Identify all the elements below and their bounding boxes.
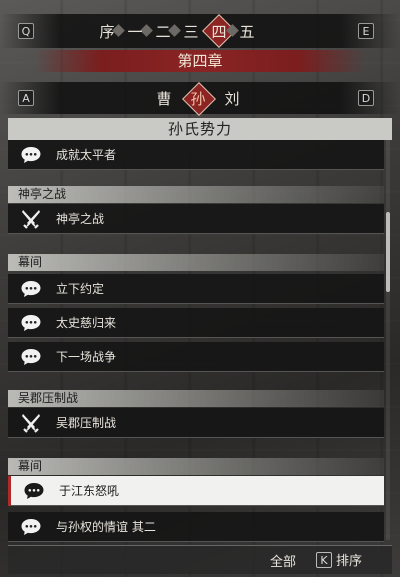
section-header: 幕间: [8, 254, 384, 271]
list-scrollbar[interactable]: [386, 140, 390, 540]
section-header: 神亭之战: [8, 186, 384, 203]
prev-faction-key[interactable]: A: [18, 90, 34, 106]
faction-tabs: 曹 孙 刘: [150, 82, 246, 116]
tab-chapter-3[interactable]: 三: [168, 14, 204, 48]
tab-chapter-5[interactable]: 五: [226, 14, 260, 48]
sort-button[interactable]: K 排序: [316, 550, 362, 569]
chapter-title: 第四章: [34, 50, 366, 72]
sort-key-icon: K: [316, 551, 332, 568]
speech-bubble-icon: [20, 346, 42, 368]
list-item-label: 吴郡压制战: [56, 416, 117, 430]
speech-bubble-icon: [23, 480, 45, 502]
tab-faction-cao[interactable]: 曹: [150, 82, 178, 114]
tab-label: 五: [239, 22, 255, 41]
list-item-selected[interactable]: 于江东怒吼: [8, 476, 384, 506]
list-item[interactable]: 立下约定: [8, 274, 384, 304]
panel-title: 孙氏势力: [8, 118, 392, 140]
next-faction-key[interactable]: D: [358, 90, 374, 106]
faction-tab-bar: A 曹 孙 刘 D: [0, 82, 400, 116]
list-item-label: 与孙权的情谊 其二: [56, 520, 156, 534]
list-item[interactable]: 成就太平者: [8, 140, 384, 170]
prev-chapter-key[interactable]: Q: [18, 23, 34, 39]
speech-bubble-icon: [20, 516, 42, 538]
list-item-label: 成就太平者: [56, 148, 117, 162]
list-item-label: 下一场战争: [56, 350, 117, 364]
event-list[interactable]: 成就太平者 神亭之战 神亭之战 幕间 立下约定 太史慈归来 下一场战争 吴郡压制…: [8, 140, 384, 542]
tab-label: 一: [127, 22, 143, 41]
section-header: 吴郡压制战: [8, 390, 384, 407]
scrollbar-thumb[interactable]: [386, 212, 390, 292]
tab-label: 二: [155, 22, 171, 41]
list-item[interactable]: 下一场战争: [8, 342, 384, 372]
next-chapter-key[interactable]: E: [358, 23, 374, 39]
list-item-label: 太史慈归来: [56, 316, 117, 330]
tab-label: 曹: [156, 89, 172, 108]
tab-label: 序: [99, 22, 115, 41]
chapter-tabs: 序 一 二 三 四 五: [94, 14, 260, 48]
show-all-button[interactable]: 全部: [270, 551, 296, 570]
list-item[interactable]: 吴郡压制战: [8, 408, 384, 438]
tab-label: 刘: [224, 89, 240, 108]
list-item[interactable]: 太史慈归来: [8, 308, 384, 338]
tab-faction-sun[interactable]: 孙: [182, 82, 216, 116]
speech-bubble-icon: [20, 278, 42, 300]
speech-bubble-icon: [20, 144, 42, 166]
list-item-label: 于江东怒吼: [59, 484, 120, 498]
list-item[interactable]: 与孙权的情谊 其二: [8, 512, 384, 542]
list-item[interactable]: 神亭之战: [8, 204, 384, 234]
tab-label: 四: [211, 22, 227, 41]
tab-label: 三: [183, 22, 199, 41]
crossed-swords-icon: [20, 208, 42, 230]
sort-label: 排序: [336, 554, 363, 569]
crossed-swords-icon: [20, 412, 42, 434]
list-item-label: 神亭之战: [56, 212, 105, 226]
speech-bubble-icon: [20, 312, 42, 334]
section-header: 幕间: [8, 458, 384, 475]
list-item-label: 立下约定: [56, 282, 105, 296]
bottom-action-bar: 全部 K 排序: [8, 545, 392, 574]
tab-label: 孙: [190, 89, 206, 108]
tab-faction-liu[interactable]: 刘: [218, 82, 246, 114]
chapter-tab-bar: Q 序 一 二 三 四 五 E: [0, 14, 400, 48]
